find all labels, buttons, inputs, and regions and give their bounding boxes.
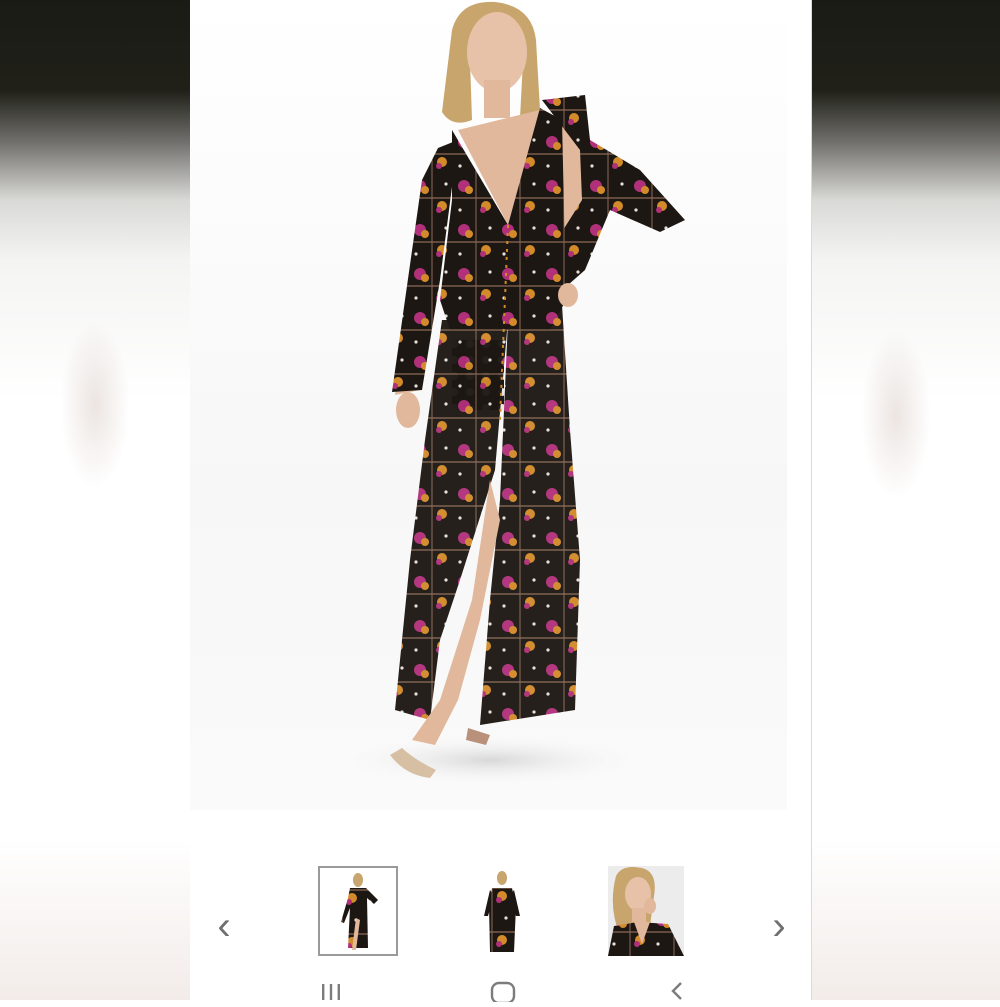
model-photo	[320, 1, 685, 788]
blurred-figure	[861, 330, 931, 500]
blurred-floor	[811, 840, 1000, 1000]
thumbnail-back[interactable]	[470, 866, 540, 956]
thumbnail-back-image	[470, 866, 540, 956]
product-main-image[interactable]	[190, 0, 787, 810]
back-glyph	[671, 982, 682, 1000]
recents-icon[interactable]	[316, 980, 346, 1005]
thumbnail-gallery: ‹ ›	[190, 866, 811, 956]
thumbnail-front[interactable]	[318, 866, 398, 956]
thumbnail-closeup[interactable]	[608, 866, 684, 956]
recents-glyph	[322, 984, 340, 1000]
blurred-figure	[60, 320, 130, 490]
chevron-left-icon[interactable]: ‹	[209, 906, 239, 946]
home-icon[interactable]	[488, 980, 518, 1005]
blurred-background-left	[0, 0, 190, 1000]
blurred-background-right	[811, 0, 1000, 1000]
chevron-right-icon[interactable]: ›	[764, 906, 794, 946]
back-icon[interactable]	[662, 980, 692, 1005]
thumbnail-closeup-image	[608, 866, 684, 956]
product-viewer: ‹ ›	[190, 0, 812, 1005]
blurred-floor	[0, 840, 190, 1000]
thumbnail-front-image	[320, 868, 396, 954]
system-navigation-bar	[190, 975, 811, 1005]
home-glyph	[490, 981, 516, 1005]
